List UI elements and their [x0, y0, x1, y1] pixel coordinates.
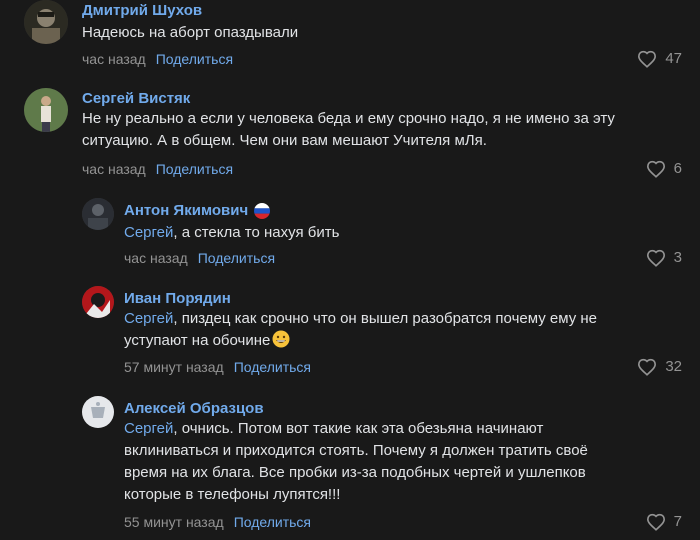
comment-text-line: время на их блага. Все пробки из-за подо…	[124, 464, 586, 481]
comment-author[interactable]: Алексей Образцов	[124, 400, 264, 418]
share-button[interactable]: Поделиться	[234, 359, 311, 375]
comment-text-line: которые в телефоны лупятся!!!	[124, 486, 341, 503]
like-button[interactable]: 7	[646, 513, 682, 531]
comment-meta: 55 минут назад Поделиться	[124, 513, 311, 531]
comment-text: Не ну реально а если у человека беда и е…	[82, 108, 615, 152]
like-count: 32	[665, 358, 682, 375]
comment-text-line: ситуацию. А в общем. Чем они вам мешают …	[82, 132, 487, 149]
reply: Алексей Образцов Сергей, очнись. Потом в…	[0, 396, 700, 536]
comment-author[interactable]: Дмитрий Шухов	[82, 2, 202, 20]
comment-time[interactable]: час назад	[82, 51, 146, 67]
comment-text-line: , пиздец как срочно что он вышел разобра…	[173, 310, 597, 327]
like-count: 3	[673, 249, 682, 266]
avatar[interactable]	[82, 198, 114, 230]
avatar[interactable]	[24, 0, 68, 44]
grinning-emoji-icon	[272, 330, 290, 348]
like-button[interactable]: 32	[637, 358, 682, 376]
heart-icon	[638, 358, 657, 376]
reply: Иван Порядин Сергей, пиздец как срочно ч…	[0, 286, 700, 386]
share-button[interactable]: Поделиться	[156, 161, 233, 177]
comment-text-line: вклиниваться и приходится стоять. Почему…	[124, 442, 588, 459]
mention-link[interactable]: Сергей	[124, 420, 173, 437]
avatar[interactable]	[82, 396, 114, 428]
like-button[interactable]: 3	[646, 249, 682, 267]
comment-author[interactable]: Иван Порядин	[124, 290, 231, 308]
comment-text-line: уступают на обочине	[124, 332, 271, 349]
like-count: 6	[673, 160, 682, 177]
heart-icon	[646, 160, 665, 178]
comment-time[interactable]: 57 минут назад	[124, 359, 224, 375]
comment-text: Надеюсь на аборт опаздывали	[82, 22, 298, 44]
comment-author[interactable]: Сергей Вистяк	[82, 90, 190, 108]
comment-text: Сергей, очнись. Потом вот такие как эта …	[124, 418, 588, 506]
heart-icon	[646, 513, 665, 531]
comment-meta: час назад Поделиться	[82, 160, 233, 178]
comment-time[interactable]: час назад	[124, 250, 188, 266]
comment-text: Сергей, а стекла то нахуя бить	[124, 222, 339, 244]
mention-link[interactable]: Сергей	[124, 224, 173, 241]
russia-flag-icon	[254, 203, 271, 220]
comment-meta: час назад Поделиться	[82, 50, 233, 68]
comment-text-line: Надеюсь на аборт опаздывали	[82, 24, 299, 41]
comment-text: Сергей, пиздец как срочно что он вышел р…	[124, 308, 597, 352]
share-button[interactable]: Поделиться	[156, 51, 233, 67]
comment-text-line: Не ну реально а если у человека беда и е…	[82, 110, 615, 127]
share-button[interactable]: Поделиться	[234, 514, 311, 530]
heart-icon	[646, 249, 665, 267]
like-button[interactable]: 47	[637, 50, 682, 68]
like-count: 47	[665, 50, 682, 67]
author-name[interactable]: Антон Якимович	[124, 202, 248, 219]
like-button[interactable]: 6	[646, 160, 682, 178]
comment-meta: час назад Поделиться	[124, 249, 275, 267]
mention-link[interactable]: Сергей	[124, 310, 173, 327]
comment-text-line: , а стекла то нахуя бить	[173, 224, 340, 241]
comment-time[interactable]: 55 минут назад	[124, 514, 224, 530]
comment-time[interactable]: час назад	[82, 161, 146, 177]
avatar[interactable]	[24, 88, 68, 132]
share-button[interactable]: Поделиться	[198, 250, 275, 266]
heart-icon	[638, 50, 657, 68]
comment-meta: 57 минут назад Поделиться	[124, 358, 311, 376]
avatar[interactable]	[82, 286, 114, 318]
like-count: 7	[673, 513, 682, 530]
comment-author[interactable]: Антон Якимович	[124, 202, 271, 220]
reply: Антон Якимович Сергей, а стекла то нахуя…	[0, 198, 700, 278]
comment: Сергей Вистяк Не ну реально а если у чел…	[0, 88, 700, 188]
comment-text-line: , очнись. Потом вот такие как эта обезья…	[173, 420, 544, 437]
comment: Дмитрий Шухов Надеюсь на аборт опаздывал…	[0, 0, 700, 80]
